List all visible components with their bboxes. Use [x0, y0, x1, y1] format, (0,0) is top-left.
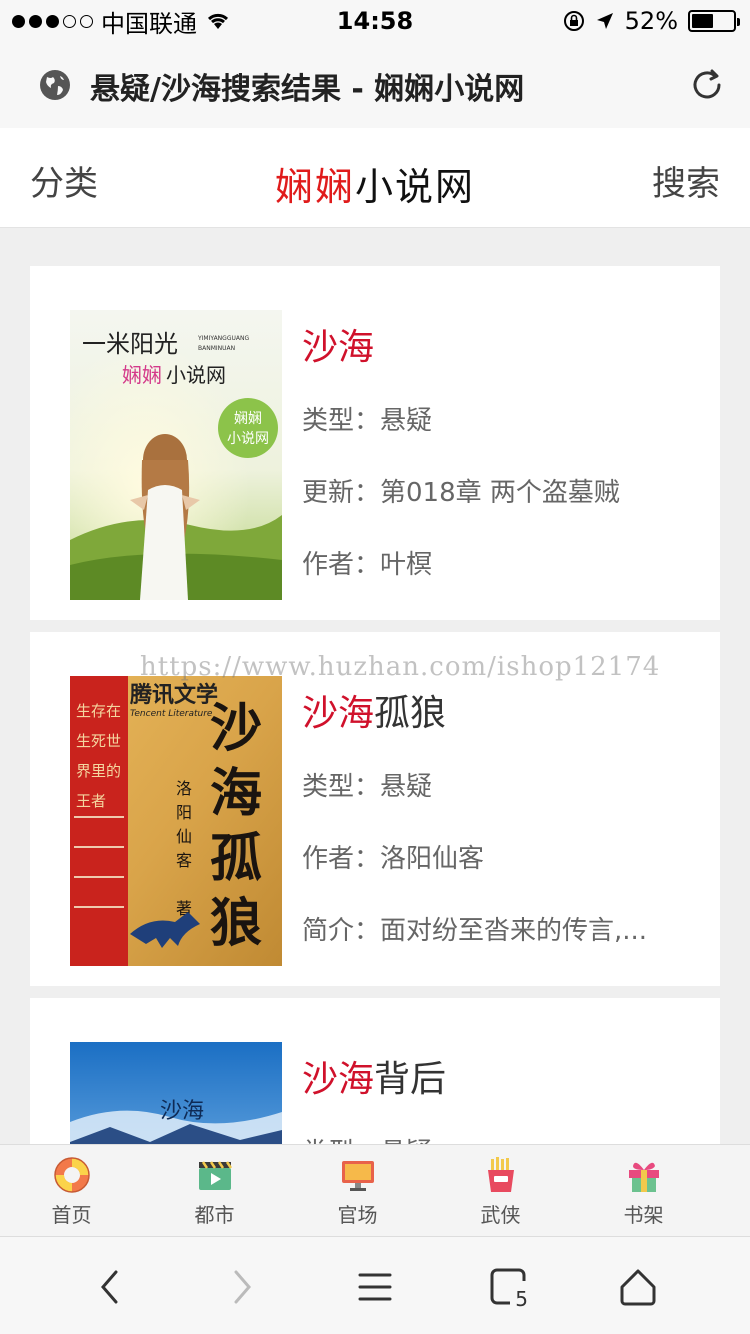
cover-publisher-en: Tencent Literature [130, 709, 213, 719]
book-update: 更新：第018章 两个盗墓贼 [302, 478, 620, 508]
cover-image-2: 生存在 生死世 界里的 王者 腾讯文学 Tencent Literature 沙… [70, 676, 282, 966]
tabs-button[interactable]: 5 [486, 1265, 530, 1311]
forward-button[interactable] [220, 1265, 264, 1309]
book-intro: 简介：面对纷至沓来的传言,... [302, 916, 648, 946]
chevron-left-icon [101, 1270, 118, 1304]
film-clapper-icon [195, 1155, 235, 1195]
menu-button[interactable] [353, 1265, 397, 1309]
tab-bookshelf[interactable]: 书架 [572, 1145, 715, 1237]
cover-badge-line2: 小说网 [227, 431, 269, 447]
reload-icon[interactable] [688, 66, 726, 104]
site-header: 分类 娴娴小说网 搜索 [0, 128, 750, 228]
tab-label: 首页 [51, 1202, 92, 1227]
carrier-name: 中国联通 [101, 9, 197, 38]
cover-publisher: 腾讯文学 [130, 682, 218, 708]
gift-icon [624, 1155, 664, 1195]
tab-officialdom[interactable]: 官场 [286, 1145, 429, 1237]
result-card[interactable]: 生存在 生死世 界里的 王者 腾讯文学 Tencent Literature 沙… [30, 632, 720, 986]
tab-label: 武侠 [480, 1202, 521, 1227]
cover-author-4: 客 [176, 851, 192, 870]
tab-label: 官场 [337, 1202, 378, 1227]
tab-label: 书架 [623, 1202, 664, 1227]
cover-image-1: 娴娴 小说网 一米阳光 YIMIYANGGUANG BANMINUAN 娴娴 小… [70, 310, 282, 600]
book-title[interactable]: 沙海背后 [302, 1050, 446, 1102]
cover-side-text-2: 生死世 [76, 732, 121, 750]
book-genre: 类型：悬疑 [302, 772, 433, 802]
status-right: 52% [563, 7, 740, 35]
cover-logo-black: 小说网 [166, 363, 226, 387]
cover-big-char-2: 海 [210, 763, 262, 824]
cover-3-text: 沙海 [160, 1099, 204, 1124]
battery-icon [688, 10, 740, 32]
address-bar[interactable]: 悬疑/沙海搜索结果 - 娴娴小说网 [0, 42, 750, 128]
signal-dots-icon [12, 14, 93, 28]
cover-side-text-1: 生存在 [76, 702, 121, 720]
tab-label: 都市 [194, 1202, 235, 1227]
cover-author-1: 洛 [176, 779, 192, 798]
browser-toolbar: 5 [0, 1236, 750, 1334]
result-card[interactable]: 沙海 沙海背后 类型：悬疑 [30, 998, 720, 1144]
book-title[interactable]: 沙海孤狼 [302, 684, 446, 736]
logo-red-text: 娴娴 [274, 165, 355, 209]
site-logo[interactable]: 娴娴小说网 [0, 156, 750, 211]
logo-black-text: 小说网 [355, 165, 476, 209]
cover-badge-line1: 娴娴 [234, 411, 262, 427]
cover-image-3: 沙海 [70, 1042, 282, 1144]
globe-icon [40, 70, 70, 100]
status-bar: 中国联通 14:58 52% [0, 0, 750, 42]
wifi-icon [207, 13, 229, 29]
cover-logo-red: 娴娴 [122, 363, 162, 387]
search-results: 娴娴 小说网 一米阳光 YIMIYANGGUANG BANMINUAN 娴娴 小… [0, 228, 750, 1144]
book-author: 作者：洛阳仙客 [302, 844, 485, 874]
book-genre: 类型：悬疑 [302, 406, 433, 436]
bottom-tab-bar: 首页 都市 官场 武侠 书架 [0, 1144, 750, 1236]
cover-side-text-4: 王者 [76, 792, 106, 810]
home-button[interactable] [616, 1265, 660, 1309]
cover-side-text-3: 界里的 [76, 762, 121, 780]
tab-home[interactable]: 首页 [0, 1145, 143, 1237]
cover-brand: 一米阳光 [82, 330, 178, 358]
book-author: 作者：叶榠 [302, 550, 433, 580]
result-card[interactable]: 娴娴 小说网 一米阳光 YIMIYANGGUANG BANMINUAN 娴娴 小… [30, 266, 720, 620]
chevron-right-icon [234, 1270, 251, 1304]
cover-big-char-4: 狼 [210, 893, 262, 954]
status-left: 中国联通 [12, 4, 231, 39]
location-arrow-icon [596, 13, 613, 29]
fries-icon [481, 1155, 521, 1195]
tabs-count: 5 [515, 1287, 528, 1311]
tab-martial-arts[interactable]: 武侠 [429, 1145, 572, 1237]
search-button[interactable]: 搜索 [652, 156, 720, 205]
page-title: 悬疑/沙海搜索结果 - 娴娴小说网 [90, 72, 525, 107]
monitor-icon [338, 1155, 378, 1195]
rotation-lock-icon [563, 11, 584, 31]
book-title[interactable]: 沙海 [302, 318, 374, 370]
cover-author-2: 阳 [176, 803, 192, 822]
cover-brand-en1: YIMIYANGGUANG [197, 335, 249, 342]
cover-big-char-3: 孤 [210, 828, 262, 889]
book-genre: 类型：悬疑 [302, 1132, 682, 1144]
cover-brand-en2: BANMINUAN [198, 345, 235, 352]
cover-author-3: 仙 [176, 827, 192, 846]
book-cover[interactable]: 生存在 生死世 界里的 王者 腾讯文学 Tencent Literature 沙… [70, 676, 282, 966]
hamburger-icon [358, 1273, 392, 1301]
battery-percent: 52% [624, 7, 678, 35]
back-button[interactable] [88, 1265, 132, 1309]
cover-big-char-1: 沙 [210, 698, 262, 759]
lifebuoy-icon [52, 1155, 92, 1195]
tab-city[interactable]: 都市 [143, 1145, 286, 1237]
book-cover[interactable]: 沙海 [70, 1042, 282, 1144]
home-icon [620, 1269, 656, 1306]
book-cover[interactable]: 娴娴 小说网 一米阳光 YIMIYANGGUANG BANMINUAN 娴娴 小… [70, 310, 282, 600]
